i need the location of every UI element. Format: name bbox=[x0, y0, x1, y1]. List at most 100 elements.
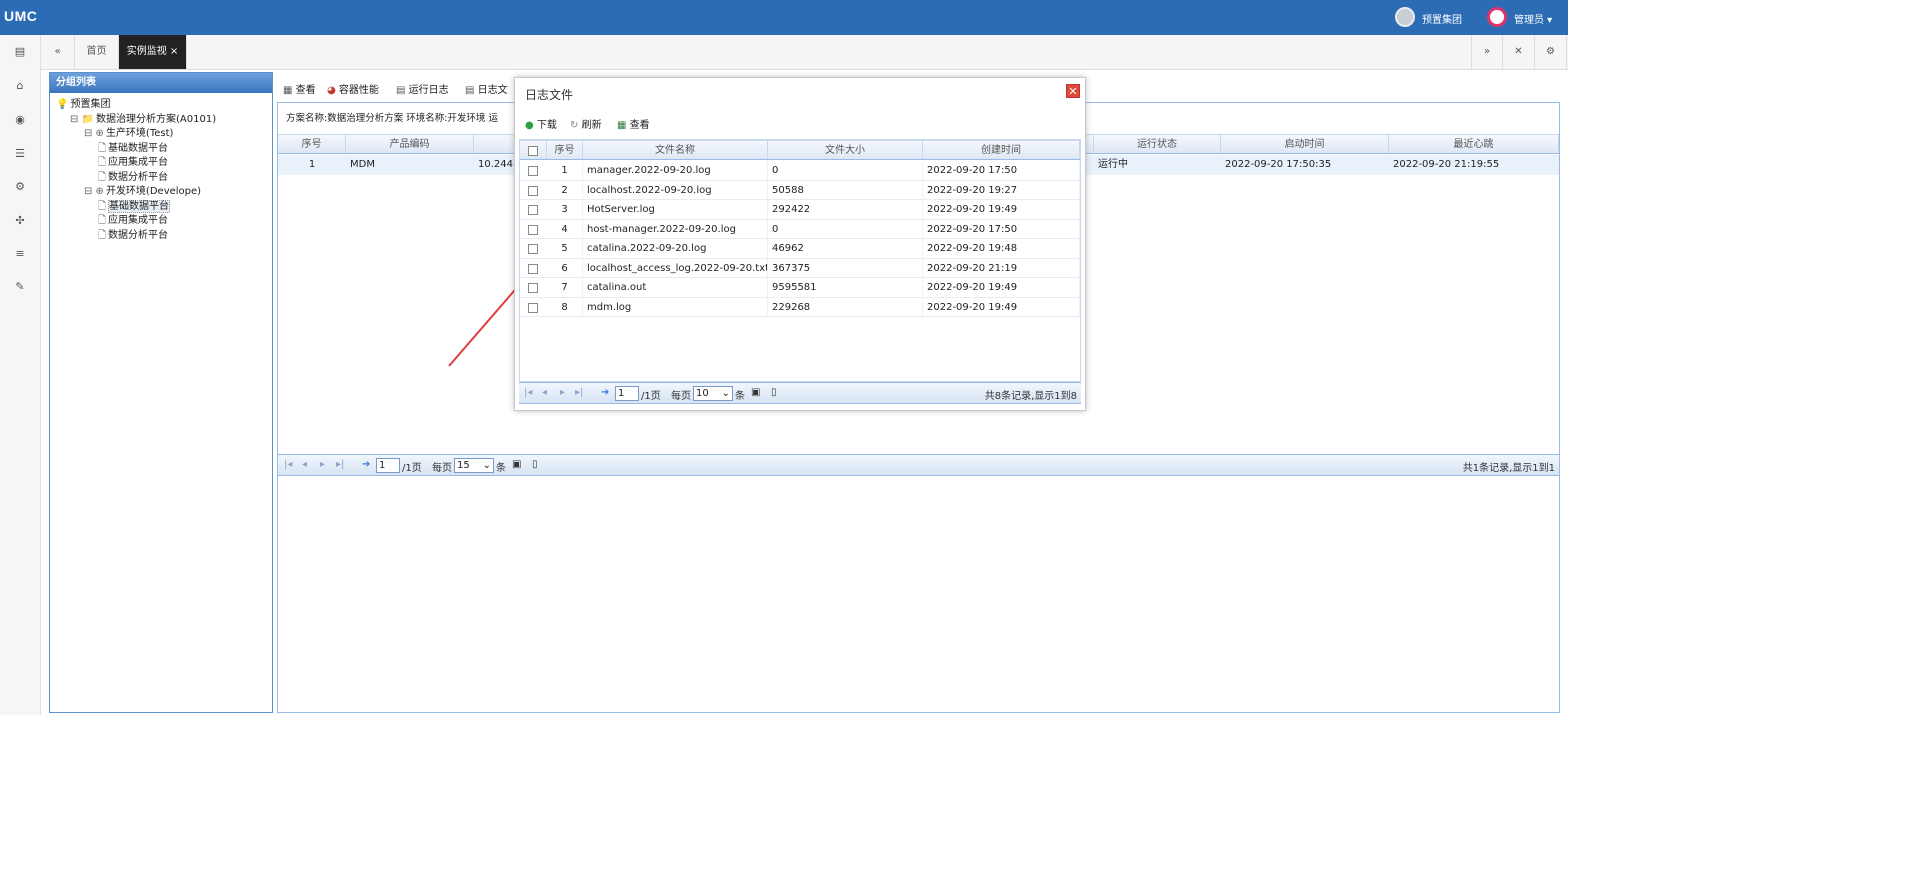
instance-pager: |◂ ◂ ▸ ▸| ➔ 1 /1页 每页 15 ⌄ 条 ▣ ▯ 共1条记录,显示… bbox=[278, 454, 1559, 476]
log-pager: |◂ ◂ ▸ ▸| ➔ 1 /1页 每页 10 ⌄ 条 ▣ ▯ 共8条记录,显示… bbox=[519, 382, 1081, 404]
tree-node[interactable]: 💡 预置集团 bbox=[56, 99, 270, 111]
table-row[interactable]: 7 catalina.out 9595581 2022-09-20 19:49 bbox=[520, 278, 1080, 298]
prev-page-icon[interactable]: ◂ bbox=[542, 387, 547, 398]
list-icon[interactable]: ☰ bbox=[10, 145, 30, 163]
org-name[interactable]: 预置集团 bbox=[1422, 11, 1462, 26]
wrench-icon[interactable]: ✎ bbox=[10, 278, 30, 296]
download-button[interactable]: ● 下载 bbox=[525, 116, 557, 131]
gear-icon[interactable]: ⚙ bbox=[10, 178, 30, 196]
tree-node[interactable]: ⊟ 📁 数据治理分析方案(A0101) bbox=[56, 114, 270, 126]
table-row[interactable]: 2 localhost.2022-09-20.log 50588 2022-09-20… bbox=[520, 180, 1080, 200]
log-file-button[interactable]: ▤ 日志文 bbox=[465, 81, 508, 96]
select-all-checkbox[interactable] bbox=[528, 146, 538, 156]
row-checkbox[interactable] bbox=[528, 263, 538, 274]
tree-node[interactable]: 🗋 应用集成平台 bbox=[56, 215, 270, 227]
bank-icon[interactable]: ⌂ bbox=[10, 77, 30, 95]
table-row[interactable]: 4 host-manager.2022-09-20.log 0 2022-09-20 … bbox=[520, 219, 1080, 239]
col-status[interactable]: 运行状态 bbox=[1094, 135, 1221, 153]
cell-size: 9595581 bbox=[768, 278, 923, 297]
tree-node[interactable]: 🗋 数据分析平台 bbox=[56, 172, 270, 184]
tree-node[interactable]: 🗋 数据分析平台 bbox=[56, 230, 270, 242]
export-icon[interactable]: ▣ bbox=[512, 459, 521, 470]
tab-scroll-right-icon[interactable]: » bbox=[1471, 35, 1503, 69]
page-icon[interactable]: ▯ bbox=[532, 459, 538, 470]
log-icon: ▤ bbox=[396, 85, 406, 96]
next-page-icon[interactable]: ▸ bbox=[560, 387, 565, 398]
log-rows: 1 manager.2022-09-20.log 0 2022-09-20 17:50… bbox=[520, 161, 1080, 317]
org-avatar-icon[interactable] bbox=[1395, 7, 1415, 27]
tab-scroll-left-icon[interactable]: « bbox=[41, 35, 75, 69]
table-row[interactable]: 3 HotServer.log 292422 2022-09-20 19:49 bbox=[520, 200, 1080, 220]
tree-node[interactable]: 🗋 基础数据平台 bbox=[56, 199, 270, 213]
last-page-icon[interactable]: ▸| bbox=[575, 387, 583, 398]
prev-page-icon[interactable]: ◂ bbox=[302, 459, 307, 470]
cell-name: host-manager.2022-09-20.log bbox=[583, 219, 768, 238]
tab-instance-monitor[interactable]: 实例监视 × bbox=[119, 35, 187, 69]
col-seq[interactable]: 序号 bbox=[278, 135, 346, 153]
first-page-icon[interactable]: |◂ bbox=[524, 387, 532, 398]
tree-node[interactable]: ⊟ ⊕ 开发环境(Develope) bbox=[56, 186, 270, 198]
app-logo: UMC bbox=[4, 8, 38, 24]
tab-home[interactable]: 首页 bbox=[75, 35, 119, 69]
close-icon[interactable]: ✕ bbox=[1066, 84, 1080, 98]
refresh-button[interactable]: ↻ 刷新 bbox=[570, 116, 602, 131]
tree-node-icon: 🗋 bbox=[98, 142, 107, 154]
tree-node-label: 生产环境(Test) bbox=[105, 128, 174, 139]
tree-node[interactable]: 🗋 应用集成平台 bbox=[56, 157, 270, 169]
col-size[interactable]: 文件大小 bbox=[768, 141, 923, 159]
eye-icon[interactable]: ◉ bbox=[10, 111, 30, 129]
row-checkbox[interactable] bbox=[528, 302, 538, 313]
dialog-view-button[interactable]: ▦ 查看 bbox=[617, 116, 650, 131]
table-row[interactable]: 8 mdm.log 229268 2022-09-20 19:49 bbox=[520, 297, 1080, 317]
grid-icon: ▦ bbox=[283, 85, 293, 96]
row-checkbox[interactable] bbox=[528, 224, 538, 235]
col-seq[interactable]: 序号 bbox=[547, 141, 583, 159]
menu-icon[interactable]: ≡ bbox=[10, 245, 30, 263]
row-checkbox[interactable] bbox=[528, 244, 538, 254]
first-page-icon[interactable]: |◂ bbox=[284, 459, 292, 470]
user-menu[interactable]: 管理员 ▾ bbox=[1514, 11, 1552, 26]
cell-status: 运行中 bbox=[1098, 159, 1128, 170]
row-checkbox[interactable] bbox=[528, 205, 538, 215]
cell-size: 50588 bbox=[768, 180, 923, 199]
tree-node-icon: ⊟ ⊕ bbox=[84, 128, 104, 139]
col-start[interactable]: 启动时间 bbox=[1221, 135, 1389, 153]
per-page-select[interactable]: 15 ⌄ bbox=[454, 458, 494, 473]
view-button[interactable]: ▦ 查看 bbox=[283, 81, 316, 96]
tree-node-icon: ⊟ 📁 bbox=[70, 113, 95, 125]
tab-settings-icon[interactable]: ⚙ bbox=[1535, 35, 1567, 69]
tree-node-icon: ⊟ ⊕ bbox=[84, 186, 104, 197]
page-icon[interactable]: ▯ bbox=[771, 387, 777, 398]
container-perf-button[interactable]: ◕ 容器性能 bbox=[327, 81, 379, 96]
col-created[interactable]: 创建时间 bbox=[923, 141, 1080, 159]
row-checkbox[interactable] bbox=[528, 283, 538, 293]
page-input[interactable]: 1 bbox=[615, 386, 639, 401]
table-row[interactable]: 6 localhost_access_log.2022-09-20.txt 3673… bbox=[520, 258, 1080, 278]
download-icon: ● bbox=[525, 120, 534, 131]
tree-node[interactable]: ⊟ ⊕ 生产环境(Test) bbox=[56, 128, 270, 140]
close-tabs-icon[interactable]: ✕ bbox=[1503, 35, 1535, 69]
go-page-icon[interactable]: ➔ bbox=[362, 459, 370, 470]
run-log-button[interactable]: ▤ 运行日志 bbox=[396, 81, 449, 96]
total-pages: /1页 bbox=[641, 391, 661, 402]
last-page-icon[interactable]: ▸| bbox=[336, 459, 344, 470]
dialog-title: 日志文件 bbox=[525, 88, 574, 102]
col-code[interactable]: 产品编码 bbox=[346, 135, 474, 153]
table-row[interactable]: 1 manager.2022-09-20.log 0 2022-09-20 17:50 bbox=[520, 161, 1080, 181]
page-input[interactable]: 1 bbox=[376, 458, 400, 473]
next-page-icon[interactable]: ▸ bbox=[320, 459, 325, 470]
go-page-icon[interactable]: ➔ bbox=[601, 387, 609, 398]
dashboard-icon[interactable]: ▤ bbox=[10, 43, 30, 61]
table-row[interactable]: 5 catalina.2022-09-20.log 46962 2022-09-20 … bbox=[520, 239, 1080, 259]
row-checkbox[interactable] bbox=[528, 166, 538, 176]
tab-bar: « 首页 实例监视 × » ✕ ⚙ bbox=[41, 35, 1568, 70]
col-heartbeat[interactable]: 最近心跳 bbox=[1389, 135, 1559, 153]
puzzle-icon[interactable]: ✣ bbox=[10, 212, 30, 230]
export-icon[interactable]: ▣ bbox=[751, 387, 760, 398]
row-checkbox[interactable] bbox=[528, 185, 538, 196]
user-avatar-icon[interactable] bbox=[1487, 7, 1507, 27]
col-name[interactable]: 文件名称 bbox=[583, 141, 768, 159]
per-page-select[interactable]: 10 ⌄ bbox=[693, 386, 733, 401]
tree-node[interactable]: 🗋 基础数据平台 bbox=[56, 143, 270, 155]
cell-seq: 8 bbox=[547, 297, 583, 316]
